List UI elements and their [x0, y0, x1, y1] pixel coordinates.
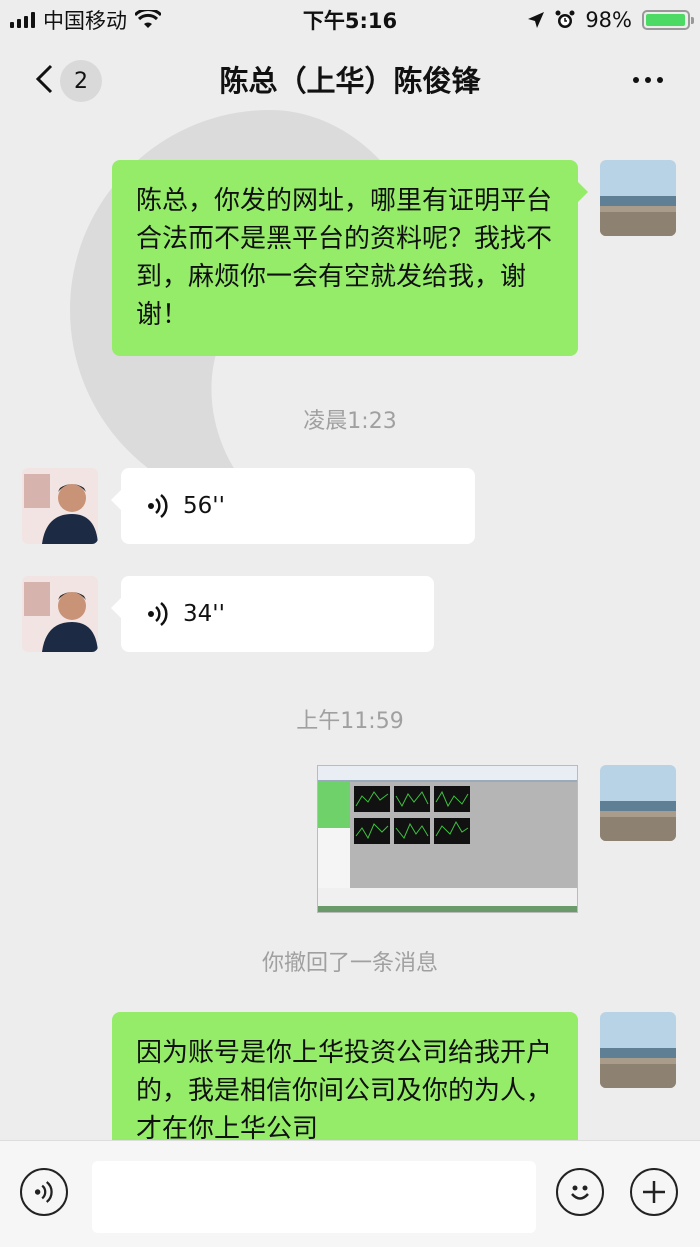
message-input[interactable] [92, 1161, 536, 1233]
voice-icon [148, 494, 168, 518]
chat-header: 2 陈总（上华）陈俊锋 [0, 40, 700, 118]
recall-notice: 你撤回了一条消息 [261, 951, 438, 976]
voice-icon [34, 1181, 53, 1203]
voice-input-button[interactable] [20, 1168, 68, 1216]
location-icon [528, 12, 545, 28]
message-bubble-self[interactable]: 陈总，你发的网址，哪里有证明平台合法而不是黑平台的资料呢？我找不到，麻烦你一会有… [112, 160, 588, 356]
more-icon [633, 77, 639, 83]
contact-avatar[interactable] [22, 576, 98, 652]
voice-duration: 34'' [183, 601, 225, 627]
timestamp: 上午11:59 [296, 709, 404, 734]
chevron-left-icon [35, 64, 53, 94]
timestamp: 凌晨1:23 [303, 409, 397, 434]
signal-icon [10, 12, 35, 28]
voice-message[interactable]: 56'' [111, 468, 475, 544]
image-message[interactable] [317, 765, 578, 913]
contact-avatar[interactable] [22, 468, 98, 544]
plus-icon [643, 1181, 665, 1203]
voice-icon [148, 602, 168, 626]
self-avatar[interactable] [600, 1012, 676, 1088]
self-avatar[interactable] [600, 765, 676, 841]
battery-percent: 98% [585, 8, 632, 32]
battery-icon [642, 10, 694, 30]
chat-title: 陈总（上华）陈俊锋 [219, 64, 481, 98]
more-functions-button[interactable] [630, 1168, 678, 1216]
emoji-button[interactable] [556, 1168, 604, 1216]
more-options-button[interactable] [626, 60, 670, 100]
carrier-label: 中国移动 [43, 9, 127, 33]
status-bar: 中国移动 下午5:16 98% [0, 0, 700, 40]
wifi-icon [135, 10, 161, 28]
voice-duration: 56'' [183, 493, 225, 519]
smile-icon [571, 1185, 589, 1200]
message-text: 陈总，你发的网址，哪里有证明平台合法而不是黑平台的资料呢？我找不到，麻烦你一会有… [136, 186, 553, 330]
voice-message[interactable]: 34'' [111, 576, 434, 652]
input-bar [0, 1140, 700, 1247]
unread-badge[interactable]: 2 [60, 60, 102, 102]
self-avatar[interactable] [600, 160, 676, 236]
alarm-icon [555, 10, 575, 28]
